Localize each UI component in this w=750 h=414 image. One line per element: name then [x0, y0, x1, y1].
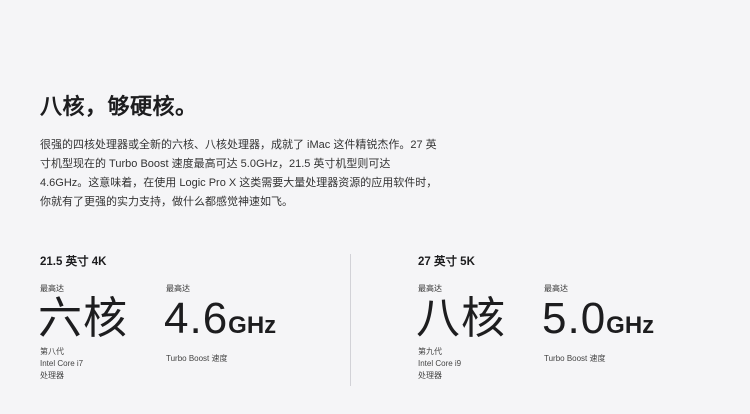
speed-eyebrow: 最高达 — [544, 284, 568, 293]
spec-block-27-inch: 27 英寸 5K 最高达 八核 第九代 Intel Core i9 处理器 最高… — [416, 255, 654, 380]
cores-eyebrow: 最高达 — [418, 284, 442, 293]
cores-processor-model: Intel Core i7 — [40, 359, 84, 368]
spec-block-21-5-inch: 21.5 英寸 4K 最高达 六核 第八代 Intel Core i7 处理器 … — [38, 255, 276, 380]
cores-caption: 第九代 Intel Core i9 处理器 — [418, 346, 506, 382]
speed-spec: 最高达 5.0GHz Turbo Boost 速度 — [542, 284, 654, 365]
speed-number: 5.0 — [542, 294, 607, 343]
cores-spec: 最高达 六核 第八代 Intel Core i7 处理器 — [38, 284, 128, 382]
speed-unit: GHz — [606, 312, 655, 339]
column-divider — [350, 254, 351, 386]
cores-value: 八核 — [416, 294, 506, 343]
cores-generation: 第九代 — [418, 347, 442, 356]
speed-value: 5.0GHz — [542, 296, 654, 349]
intro-paragraph: 很强的四核处理器或全新的六核、八核处理器，成就了 iMac 这件精锐杰作。27 … — [40, 139, 438, 208]
speed-unit: GHz — [228, 312, 277, 339]
speed-spec: 最高达 4.6GHz Turbo Boost 速度 — [164, 284, 276, 365]
cores-processor-model: Intel Core i9 — [418, 359, 462, 368]
cores-caption: 第八代 Intel Core i7 处理器 — [40, 346, 128, 382]
model-label: 21.5 英寸 4K — [40, 256, 107, 268]
model-label: 27 英寸 5K — [418, 256, 475, 268]
cores-generation: 第八代 — [40, 347, 64, 356]
cores-spec: 最高达 八核 第九代 Intel Core i9 处理器 — [416, 284, 506, 382]
speed-eyebrow: 最高达 — [166, 284, 190, 293]
cores-value: 六核 — [38, 294, 128, 343]
cores-processor-label: 处理器 — [40, 371, 64, 380]
cores-eyebrow: 最高达 — [40, 284, 64, 293]
speed-caption: Turbo Boost 速度 — [166, 354, 228, 363]
cores-processor-label: 处理器 — [418, 371, 442, 380]
speed-caption: Turbo Boost 速度 — [544, 354, 606, 363]
speed-value: 4.6GHz — [164, 296, 276, 349]
page-headline: 八核，够硬核。 — [40, 94, 198, 119]
speed-number: 4.6 — [164, 294, 229, 343]
